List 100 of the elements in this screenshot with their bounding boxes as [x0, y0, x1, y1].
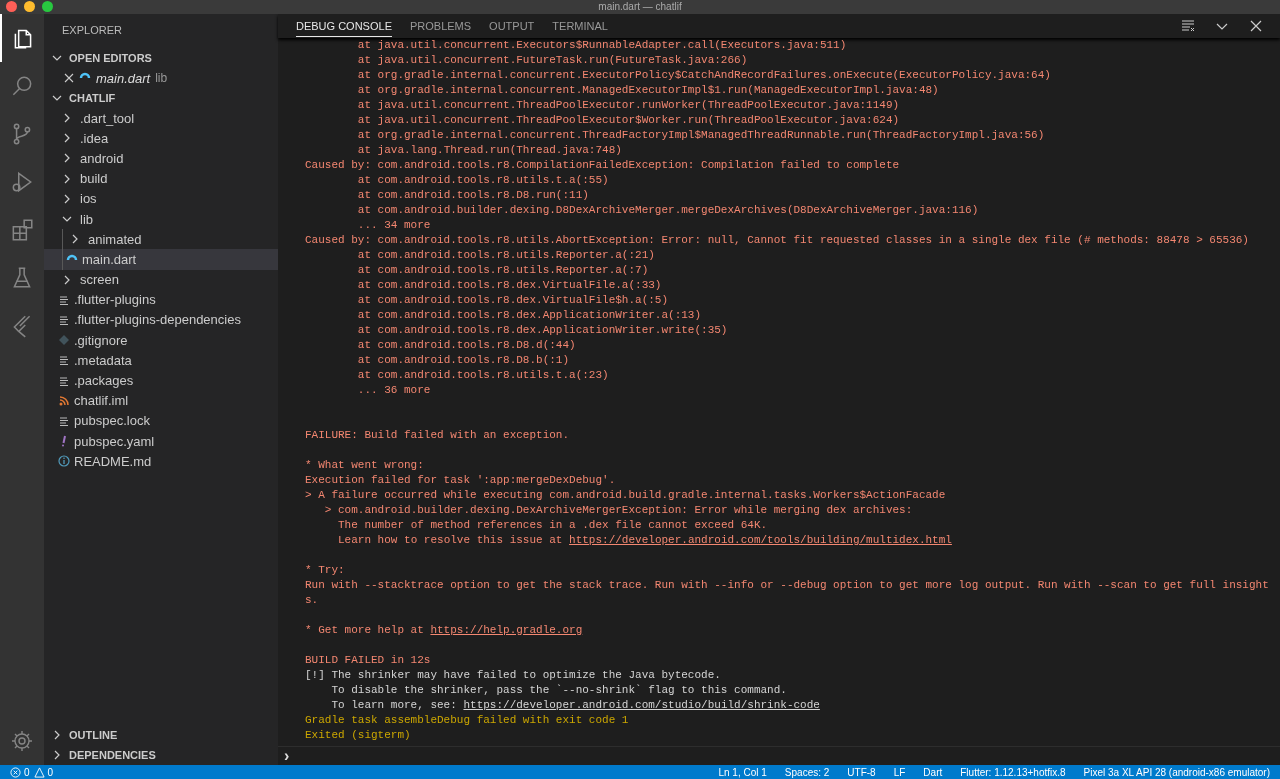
- clear-console-icon[interactable]: [1180, 18, 1196, 34]
- console-line: at com.android.tools.r8.dex.VirtualFile.a(:33): [356, 278, 663, 293]
- file-tree-item[interactable]: build: [44, 168, 278, 189]
- file-tree-item[interactable]: .dart_tool: [44, 108, 278, 129]
- section-header[interactable]: DEPENDENCIES: [44, 745, 278, 765]
- console-line: at java.lang.Thread.run(Thread.java:748): [356, 143, 623, 158]
- file-tree-item[interactable]: README.md: [44, 451, 278, 472]
- file-tree-item[interactable]: android: [44, 148, 278, 169]
- error-icon: [10, 766, 21, 778]
- file-tree-item[interactable]: .idea: [44, 128, 278, 149]
- warning-icon: [33, 766, 45, 778]
- status-item[interactable]: Dart: [923, 766, 943, 778]
- console-line: at java.util.concurrent.FutureTask.run(FutureTask.java:266): [356, 53, 749, 68]
- file-tree-item[interactable]: screen: [44, 269, 278, 290]
- file-tree-item[interactable]: .gitignore: [44, 330, 278, 351]
- console-line: Caused by: com.android.tools.r8.utils.AbortException: Error: null, Cannot fit requested classes in a single dex file (# methods: 88478 > 65536): [305, 233, 1250, 248]
- info-file-icon: [58, 455, 70, 468]
- console-line: at java.util.concurrent.Executors$RunnableAdapter.call(Executors.java:511): [356, 38, 848, 53]
- console-line: To disable the shrinker, pass the `--no-shrink` flag to this command.: [330, 683, 788, 698]
- status-count[interactable]: 0: [47, 766, 54, 778]
- section-header[interactable]: OUTLINE: [44, 725, 278, 745]
- chevron-icon: [62, 113, 72, 124]
- open-editor-item[interactable]: main.dart lib: [44, 68, 278, 88]
- console-line: > A failure occurred while executing com.android.build.gradle.internal.tasks.Workers$ActionFacade: [305, 488, 947, 503]
- console-line: at java.util.concurrent.ThreadPoolExecutor$Worker.run(ThreadPoolExecutor.java:624): [356, 113, 901, 128]
- console-line: * What went wrong:: [305, 458, 425, 473]
- chevron-icon: [62, 193, 72, 204]
- console-link[interactable]: https://developer.android.com/studio/build/shrink-code: [463, 699, 820, 711]
- console-line: The number of method references in a .dex file cannot exceed 64K.: [337, 518, 769, 533]
- status-item[interactable]: Ln 1, Col 1: [718, 766, 767, 778]
- console-line: ... 34 more: [356, 218, 432, 233]
- console-line: at com.android.tools.r8.D8.run(:11): [356, 188, 590, 203]
- chevron-icon: [62, 153, 72, 164]
- text-file-icon: [58, 354, 70, 367]
- file-tree-item[interactable]: .flutter-plugins: [44, 289, 278, 310]
- status-item[interactable]: Spaces: 2: [784, 766, 830, 778]
- console-line: at org.gradle.internal.concurrent.ManagedExecutorImpl$1.run(ManagedExecutorImpl.java:48): [356, 83, 940, 98]
- close-icon[interactable]: [1248, 18, 1264, 34]
- chevron-icon: [62, 274, 72, 285]
- console-line: at com.android.tools.r8.dex.ApplicationWriter.a(:13): [356, 308, 703, 323]
- sidebar-title: EXPLORER: [61, 23, 123, 38]
- panel-tab[interactable]: PROBLEMS: [409, 15, 472, 37]
- file-tree-item[interactable]: pubspec.lock: [44, 410, 278, 431]
- console-link[interactable]: https://developer.android.com/tools/building/multidex.html: [569, 534, 952, 546]
- panel-tab[interactable]: TERMINAL: [552, 15, 608, 37]
- text-file-icon: [58, 374, 70, 387]
- minimize-window-icon[interactable]: [24, 1, 35, 12]
- text-file-icon: [58, 313, 70, 326]
- console-line: at java.util.concurrent.ThreadPoolExecutor.runWorker(ThreadPoolExecutor.java:1149): [356, 98, 901, 113]
- console-link[interactable]: https://help.gradle.org: [430, 624, 583, 636]
- console-line: Learn how to resolve this issue at https://developer.android.com/tools/building/multidex.html: [337, 533, 953, 548]
- file-tree-item[interactable]: pubspec.yaml: [44, 431, 278, 452]
- console-line: at com.android.tools.r8.D8.b(:1): [356, 353, 571, 368]
- console-line: at com.android.builder.dexing.D8DexArchiveMerger.mergeDexArchives(D8DexArchiveMerger.java:116): [356, 203, 980, 218]
- status-item[interactable]: LF: [893, 766, 906, 778]
- console-line: * Try:: [305, 563, 346, 578]
- file-tree-item[interactable]: lib: [44, 208, 278, 230]
- text-file-icon: [58, 414, 70, 427]
- status-item[interactable]: Pixel 3a XL API 28 (android-x86 emulator): [1083, 766, 1270, 778]
- prompt-chevron[interactable]: ›: [284, 747, 290, 765]
- console-line: ... 36 more: [356, 383, 432, 398]
- status-count[interactable]: 0: [24, 766, 30, 778]
- file-tree-item[interactable]: main.dart: [44, 249, 278, 270]
- rss-file-icon: [58, 394, 70, 407]
- console-line: Run with --stacktrace option to get the stack trace. Run with --info or --debug option to get more log output. Run with --scan to get full insights.: [305, 578, 1270, 608]
- console-line: Gradle task assembleDebug failed with exit code 1: [305, 713, 630, 728]
- window-title: main.dart — chatlif: [598, 1, 682, 13]
- console-line: at com.android.tools.r8.dex.ApplicationWriter.write(:35): [356, 323, 729, 338]
- file-tree-item[interactable]: .metadata: [44, 350, 278, 371]
- chevron-icon: [62, 133, 72, 144]
- panel-tab[interactable]: DEBUG CONSOLE: [296, 15, 392, 37]
- section-header[interactable]: OPEN EDITORS: [44, 48, 278, 68]
- console-line: at com.android.tools.r8.D8.d(:44): [356, 338, 577, 353]
- console-line: at com.android.tools.r8.dex.VirtualFile$h.a(:5): [356, 293, 670, 308]
- zoom-window-icon[interactable]: [42, 1, 53, 12]
- file-tree-item[interactable]: chatlif.iml: [44, 390, 278, 411]
- panel-tab[interactable]: OUTPUT: [489, 15, 535, 37]
- text-file-icon: [58, 293, 70, 306]
- console-line: BUILD FAILED in 12s: [305, 653, 432, 668]
- close-window-icon[interactable]: [6, 1, 17, 12]
- console-line: at com.android.tools.r8.utils.t.a(:55): [356, 173, 610, 188]
- console-line: [!] The shrinker may have failed to optimize the Java bytecode.: [305, 668, 722, 683]
- console-line: Caused by: com.android.tools.r8.CompilationFailedException: Compilation failed to complete: [305, 158, 901, 173]
- status-item[interactable]: UTF-8: [847, 766, 876, 778]
- file-tree-item[interactable]: ios: [44, 188, 278, 209]
- console-line: at org.gradle.internal.concurrent.ExecutorPolicy$CatchAndRecordFailures.onExecute(ExecutorPolicy.java:64): [356, 68, 1052, 83]
- file-tree-item[interactable]: .flutter-plugins-dependencies: [44, 309, 278, 331]
- file-tree-item[interactable]: .packages: [44, 370, 278, 391]
- console-line: FAILURE: Build failed with an exception.: [305, 428, 571, 443]
- section-header[interactable]: CHATLIF: [44, 88, 278, 108]
- console-line: at org.gradle.internal.concurrent.ThreadFactoryImpl$ManagedThreadRunnable.run(ThreadFactoryImpl.java:56): [356, 128, 1046, 143]
- diamond-file-icon: [58, 334, 70, 347]
- console-line: > com.android.builder.dexing.DexArchiveMergerException: Error while merging dex archives:: [323, 503, 914, 518]
- chevron-icon: [52, 93, 62, 103]
- chevron-icon: [52, 53, 62, 63]
- console-line: Exited (sigterm): [305, 728, 412, 743]
- chevron-icon: [70, 234, 80, 245]
- close-icon[interactable]: [64, 73, 74, 83]
- status-item[interactable]: Flutter: 1.12.13+hotfix.8: [960, 766, 1066, 778]
- console-line: at com.android.tools.r8.utils.t.a(:23): [356, 368, 610, 383]
